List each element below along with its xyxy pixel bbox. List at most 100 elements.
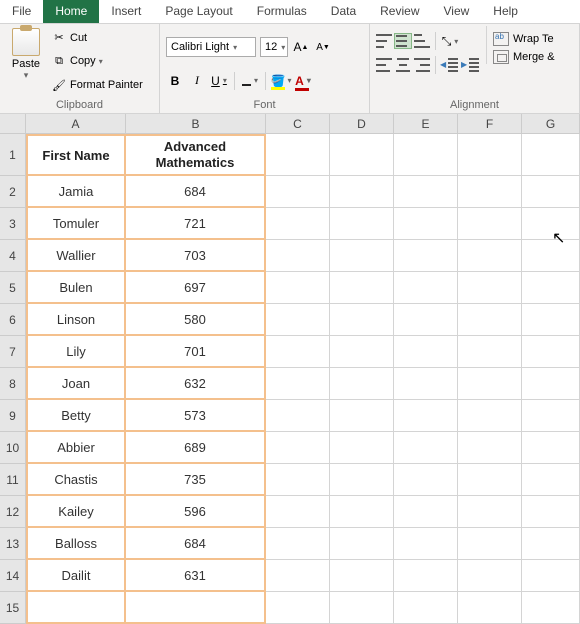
cell-D9[interactable] (330, 400, 394, 432)
wrap-text-button[interactable]: Wrap Te (493, 32, 555, 46)
cell-B10[interactable]: 689 (126, 432, 266, 464)
cell-E1[interactable] (394, 134, 458, 176)
cell-D1[interactable] (330, 134, 394, 176)
cell-E4[interactable] (394, 240, 458, 272)
cell-G12[interactable] (522, 496, 580, 528)
row-header-14[interactable]: 14 (0, 560, 26, 592)
cell-E13[interactable] (394, 528, 458, 560)
cell-F10[interactable] (458, 432, 522, 464)
column-header-B[interactable]: B (126, 114, 266, 134)
merge-center-button[interactable]: Merge & (493, 50, 555, 64)
decrease-indent-button[interactable] (441, 56, 459, 74)
row-header-2[interactable]: 2 (0, 176, 26, 208)
cell-A1[interactable]: First Name (26, 134, 126, 176)
cell-A10[interactable]: Abbier (26, 432, 126, 464)
cell-C5[interactable] (266, 272, 330, 304)
increase-font-button[interactable]: A▲ (292, 38, 310, 56)
cell-E5[interactable] (394, 272, 458, 304)
menu-review[interactable]: Review (368, 0, 431, 23)
decrease-font-button[interactable]: A▼ (314, 38, 332, 56)
cell-F15[interactable] (458, 592, 522, 624)
cell-F11[interactable] (458, 464, 522, 496)
cell-C7[interactable] (266, 336, 330, 368)
chevron-down-icon[interactable]: ▾ (24, 70, 29, 81)
cell-D10[interactable] (330, 432, 394, 464)
cell-B11[interactable]: 735 (126, 464, 266, 496)
cell-A4[interactable]: Wallier (26, 240, 126, 272)
cell-B7[interactable]: 701 (126, 336, 266, 368)
cell-A9[interactable]: Betty (26, 400, 126, 432)
row-header-13[interactable]: 13 (0, 528, 26, 560)
cell-D14[interactable] (330, 560, 394, 592)
cell-E6[interactable] (394, 304, 458, 336)
cell-D12[interactable] (330, 496, 394, 528)
paste-button[interactable]: Paste ▾ (6, 28, 46, 81)
cell-B14[interactable]: 631 (126, 560, 266, 592)
cell-B2[interactable]: 684 (126, 176, 266, 208)
copy-button[interactable]: ⧉ Copy ▾ (50, 53, 145, 69)
cell-A15[interactable] (26, 592, 126, 624)
align-left-button[interactable] (376, 58, 392, 72)
cell-E10[interactable] (394, 432, 458, 464)
cell-A13[interactable]: Balloss (26, 528, 126, 560)
cell-F8[interactable] (458, 368, 522, 400)
cell-F5[interactable] (458, 272, 522, 304)
cell-G7[interactable] (522, 336, 580, 368)
cell-C11[interactable] (266, 464, 330, 496)
cell-G4[interactable] (522, 240, 580, 272)
cell-F2[interactable] (458, 176, 522, 208)
align-right-button[interactable] (414, 58, 430, 72)
cell-G8[interactable] (522, 368, 580, 400)
cell-F12[interactable] (458, 496, 522, 528)
cell-A14[interactable]: Dailit (26, 560, 126, 592)
cell-F1[interactable] (458, 134, 522, 176)
cell-C3[interactable] (266, 208, 330, 240)
row-header-7[interactable]: 7 (0, 336, 26, 368)
cell-C4[interactable] (266, 240, 330, 272)
cell-A2[interactable]: Jamia (26, 176, 126, 208)
cell-E8[interactable] (394, 368, 458, 400)
fill-color-button[interactable]: 🪣▾ (272, 72, 290, 90)
align-bottom-button[interactable] (414, 34, 430, 48)
cell-D13[interactable] (330, 528, 394, 560)
cell-B12[interactable]: 596 (126, 496, 266, 528)
cell-E11[interactable] (394, 464, 458, 496)
underline-button[interactable]: U▾ (210, 72, 228, 90)
cell-E15[interactable] (394, 592, 458, 624)
cell-F3[interactable] (458, 208, 522, 240)
cell-G5[interactable] (522, 272, 580, 304)
row-header-9[interactable]: 9 (0, 400, 26, 432)
cell-G10[interactable] (522, 432, 580, 464)
cell-A3[interactable]: Tomuler (26, 208, 126, 240)
cell-F4[interactable] (458, 240, 522, 272)
font-size-combo[interactable]: 12 ▾ (260, 37, 288, 57)
cell-A12[interactable]: Kailey (26, 496, 126, 528)
align-top-button[interactable] (376, 34, 392, 48)
italic-button[interactable]: I (188, 72, 206, 90)
cell-A6[interactable]: Linson (26, 304, 126, 336)
row-header-4[interactable]: 4 (0, 240, 26, 272)
cell-G1[interactable] (522, 134, 580, 176)
cell-E2[interactable] (394, 176, 458, 208)
cell-G13[interactable] (522, 528, 580, 560)
cell-B15[interactable] (126, 592, 266, 624)
cell-G14[interactable] (522, 560, 580, 592)
increase-indent-button[interactable] (462, 56, 480, 74)
chevron-down-icon[interactable]: ▾ (233, 43, 237, 52)
menu-file[interactable]: File (0, 0, 43, 23)
cell-B1[interactable]: Advanced Mathematics (126, 134, 266, 176)
align-middle-button[interactable] (395, 34, 411, 48)
cell-E9[interactable] (394, 400, 458, 432)
menu-help[interactable]: Help (481, 0, 530, 23)
cell-E14[interactable] (394, 560, 458, 592)
cell-C8[interactable] (266, 368, 330, 400)
cell-F14[interactable] (458, 560, 522, 592)
chevron-down-icon[interactable]: ▾ (99, 57, 103, 66)
cell-C6[interactable] (266, 304, 330, 336)
menu-view[interactable]: View (432, 0, 482, 23)
bold-button[interactable]: B (166, 72, 184, 90)
cell-D2[interactable] (330, 176, 394, 208)
cell-G9[interactable] (522, 400, 580, 432)
cell-C9[interactable] (266, 400, 330, 432)
font-name-combo[interactable]: Calibri Light ▾ (166, 37, 256, 57)
